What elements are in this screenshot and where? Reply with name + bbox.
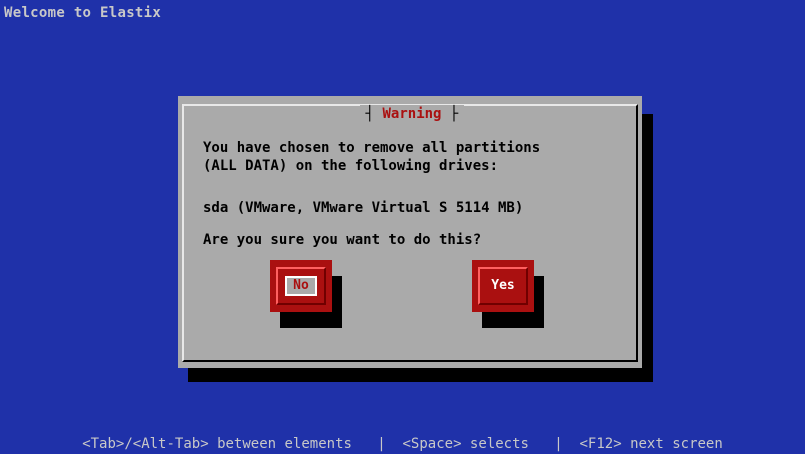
drive-line: sda (VMware, VMware Virtual S 5114 MB): [203, 200, 524, 216]
no-button-label: No: [285, 276, 317, 296]
title-bar-right: ├: [441, 106, 459, 122]
dialog-title-text: Warning: [382, 106, 442, 122]
title-bar-left: ┤: [365, 106, 383, 122]
yes-button-label: Yes: [491, 278, 515, 293]
message-line-1: You have chosen to remove all partitions: [203, 140, 541, 156]
yes-button[interactable]: Yes: [472, 260, 534, 312]
confirm-question: Are you sure you want to do this?: [203, 232, 482, 248]
status-bar: <Tab>/<Alt-Tab> between elements | <Spac…: [82, 436, 723, 452]
yes-button-bevel: Yes: [478, 267, 528, 305]
message-line-2: (ALL DATA) on the following drives:: [203, 158, 499, 174]
dialog-frame: ┤ Warning ├ You have chosen to remove al…: [182, 104, 638, 362]
dialog-title: ┤ Warning ├: [360, 105, 464, 123]
warning-dialog: ┤ Warning ├ You have chosen to remove al…: [178, 96, 642, 368]
no-button-bevel: No: [276, 267, 326, 305]
screen-title: Welcome to Elastix: [4, 5, 162, 21]
no-button[interactable]: No: [270, 260, 332, 312]
